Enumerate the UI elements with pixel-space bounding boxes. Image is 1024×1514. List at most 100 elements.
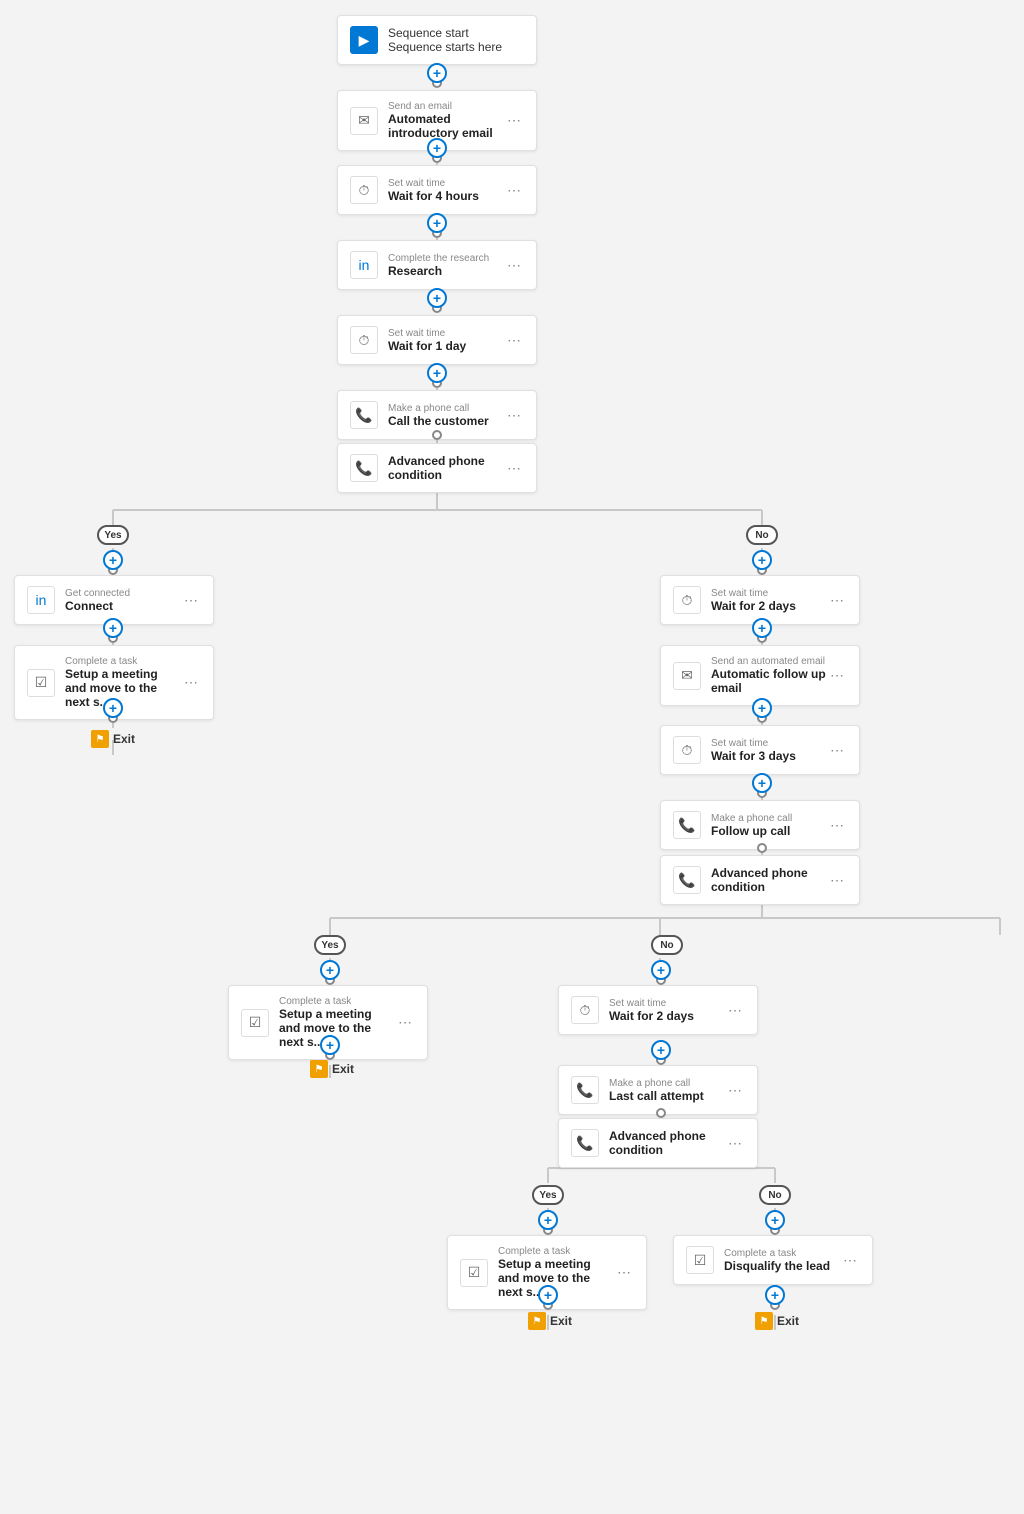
exit-1-label: Exit bbox=[113, 732, 135, 746]
wait-1d-icon: ⏱ bbox=[350, 326, 378, 354]
add-after-setup-1[interactable]: + bbox=[103, 698, 123, 718]
wait-1d-node: ⏱ Set wait time Wait for 1 day ⋯ bbox=[337, 315, 537, 365]
phone-condition-3-text: Advanced phone condition bbox=[609, 1129, 725, 1157]
wait-2d-1-more[interactable]: ⋯ bbox=[827, 590, 847, 610]
exit-1-icon: ⚑ bbox=[91, 730, 109, 748]
wait-1d-title: Wait for 1 day bbox=[388, 339, 504, 353]
wait-2d-2-label: Set wait time bbox=[609, 998, 725, 1009]
add-after-wait-4h[interactable]: + bbox=[427, 213, 447, 233]
wait-3d-more[interactable]: ⋯ bbox=[827, 740, 847, 760]
call-customer-icon: 📞 bbox=[350, 401, 378, 429]
yes-badge-2: Yes bbox=[314, 935, 346, 955]
auto-follow-email-more[interactable]: ⋯ bbox=[827, 666, 847, 686]
connect-more[interactable]: ⋯ bbox=[181, 590, 201, 610]
sequence-start-text: Sequence start Sequence starts here bbox=[388, 26, 502, 54]
add-no-branch-3[interactable]: + bbox=[765, 1210, 785, 1230]
last-call-more[interactable]: ⋯ bbox=[725, 1080, 745, 1100]
exit-4-node: ⚑ Exit bbox=[755, 1312, 799, 1330]
wait-3d-text: Set wait time Wait for 3 days bbox=[711, 738, 827, 763]
wait-2d-2-node: ⏱ Set wait time Wait for 2 days ⋯ bbox=[558, 985, 758, 1035]
call-customer-more[interactable]: ⋯ bbox=[504, 405, 524, 425]
exit-4-icon: ⚑ bbox=[755, 1312, 773, 1330]
exit-3-node: ⚑ Exit bbox=[528, 1312, 572, 1330]
no-badge-3: No bbox=[759, 1185, 791, 1205]
phone-condition-1-node: 📞 Advanced phone condition ⋯ bbox=[337, 443, 537, 493]
exit-3-label: Exit bbox=[550, 1314, 572, 1328]
wait-4h-label: Set wait time bbox=[388, 178, 504, 189]
add-after-wait-2d-1[interactable]: + bbox=[752, 618, 772, 638]
disqualify-icon: ☑ bbox=[686, 1246, 714, 1274]
research-icon: in bbox=[350, 251, 378, 279]
connect-title: Connect bbox=[65, 599, 181, 613]
setup-meeting-2-label: Complete a task bbox=[279, 996, 395, 1007]
wait-2d-2-more[interactable]: ⋯ bbox=[725, 1000, 745, 1020]
add-yes-branch-3[interactable]: + bbox=[538, 1210, 558, 1230]
phone-condition-1-icon: 📞 bbox=[350, 454, 378, 482]
setup-meeting-1-more[interactable]: ⋯ bbox=[181, 673, 201, 693]
add-after-setup-3[interactable]: + bbox=[538, 1285, 558, 1305]
wait-4h-icon: ⏱ bbox=[350, 176, 378, 204]
add-after-send-email[interactable]: + bbox=[427, 138, 447, 158]
setup-meeting-3-icon: ☑ bbox=[460, 1259, 488, 1287]
wait-2d-2-text: Set wait time Wait for 2 days bbox=[609, 998, 725, 1023]
sequence-start-title: Sequence starts here bbox=[388, 40, 502, 54]
phone-condition-3-more[interactable]: ⋯ bbox=[725, 1133, 745, 1153]
setup-meeting-3-more[interactable]: ⋯ bbox=[614, 1263, 634, 1283]
exit-2-node: ⚑ Exit bbox=[310, 1060, 354, 1078]
send-email-text: Send an email Automated introductory ema… bbox=[388, 101, 504, 140]
exit-2-icon: ⚑ bbox=[310, 1060, 328, 1078]
exit-3-icon: ⚑ bbox=[528, 1312, 546, 1330]
setup-meeting-3-label: Complete a task bbox=[498, 1246, 614, 1257]
call-customer-title: Call the customer bbox=[388, 414, 504, 428]
wait-2d-1-label: Set wait time bbox=[711, 588, 827, 599]
send-email-more[interactable]: ⋯ bbox=[504, 111, 524, 131]
call-customer-text: Make a phone call Call the customer bbox=[388, 403, 504, 428]
disqualify-more[interactable]: ⋯ bbox=[840, 1250, 860, 1270]
connector-dot-6 bbox=[432, 430, 442, 440]
research-more[interactable]: ⋯ bbox=[504, 255, 524, 275]
sequence-start-node: ▶ Sequence start Sequence starts here bbox=[337, 15, 537, 65]
add-after-wait-1d[interactable]: + bbox=[427, 363, 447, 383]
add-after-auto-follow[interactable]: + bbox=[752, 698, 772, 718]
setup-meeting-1-text: Complete a task Setup a meeting and move… bbox=[65, 656, 181, 709]
add-no-branch-2[interactable]: + bbox=[651, 960, 671, 980]
phone-condition-3-title: Advanced phone condition bbox=[609, 1129, 725, 1157]
add-after-connect[interactable]: + bbox=[103, 618, 123, 638]
add-after-start[interactable]: + bbox=[427, 63, 447, 83]
wait-2d-1-text: Set wait time Wait for 2 days bbox=[711, 588, 827, 613]
send-email-label: Send an email bbox=[388, 101, 504, 112]
add-yes-branch-2[interactable]: + bbox=[320, 960, 340, 980]
add-after-wait-2d-2[interactable]: + bbox=[651, 1040, 671, 1060]
research-title: Research bbox=[388, 264, 504, 278]
wait-4h-more[interactable]: ⋯ bbox=[504, 180, 524, 200]
wait-3d-icon: ⏱ bbox=[673, 736, 701, 764]
disqualify-text: Complete a task Disqualify the lead bbox=[724, 1248, 840, 1273]
phone-condition-2-more[interactable]: ⋯ bbox=[827, 870, 847, 890]
add-after-disqualify[interactable]: + bbox=[765, 1285, 785, 1305]
phone-condition-3-node: 📞 Advanced phone condition ⋯ bbox=[558, 1118, 758, 1168]
follow-up-call-icon: 📞 bbox=[673, 811, 701, 839]
add-yes-branch-1[interactable]: + bbox=[103, 550, 123, 570]
wait-4h-text: Set wait time Wait for 4 hours bbox=[388, 178, 504, 203]
wait-1d-text: Set wait time Wait for 1 day bbox=[388, 328, 504, 353]
email-icon: ✉ bbox=[350, 107, 378, 135]
flow-canvas: ▶ Sequence start Sequence starts here + … bbox=[0, 0, 1024, 1514]
setup-meeting-1-title: Setup a meeting and move to the next s..… bbox=[65, 667, 181, 709]
yes-badge-3: Yes bbox=[532, 1185, 564, 1205]
add-no-branch-1[interactable]: + bbox=[752, 550, 772, 570]
wait-1d-more[interactable]: ⋯ bbox=[504, 330, 524, 350]
phone-condition-2-icon: 📞 bbox=[673, 866, 701, 894]
phone-condition-2-title: Advanced phone condition bbox=[711, 866, 827, 894]
phone-condition-1-title: Advanced phone condition bbox=[388, 454, 504, 482]
add-after-setup-2[interactable]: + bbox=[320, 1035, 340, 1055]
sequence-start-label: Sequence start bbox=[388, 26, 502, 40]
research-text: Complete the research Research bbox=[388, 253, 504, 278]
research-label: Complete the research bbox=[388, 253, 504, 264]
add-after-wait-3d[interactable]: + bbox=[752, 773, 772, 793]
follow-up-call-more[interactable]: ⋯ bbox=[827, 815, 847, 835]
setup-meeting-2-more[interactable]: ⋯ bbox=[395, 1013, 415, 1033]
research-node: in Complete the research Research ⋯ bbox=[337, 240, 537, 290]
connect-label: Get connected bbox=[65, 588, 181, 599]
phone-condition-1-more[interactable]: ⋯ bbox=[504, 458, 524, 478]
add-after-research[interactable]: + bbox=[427, 288, 447, 308]
